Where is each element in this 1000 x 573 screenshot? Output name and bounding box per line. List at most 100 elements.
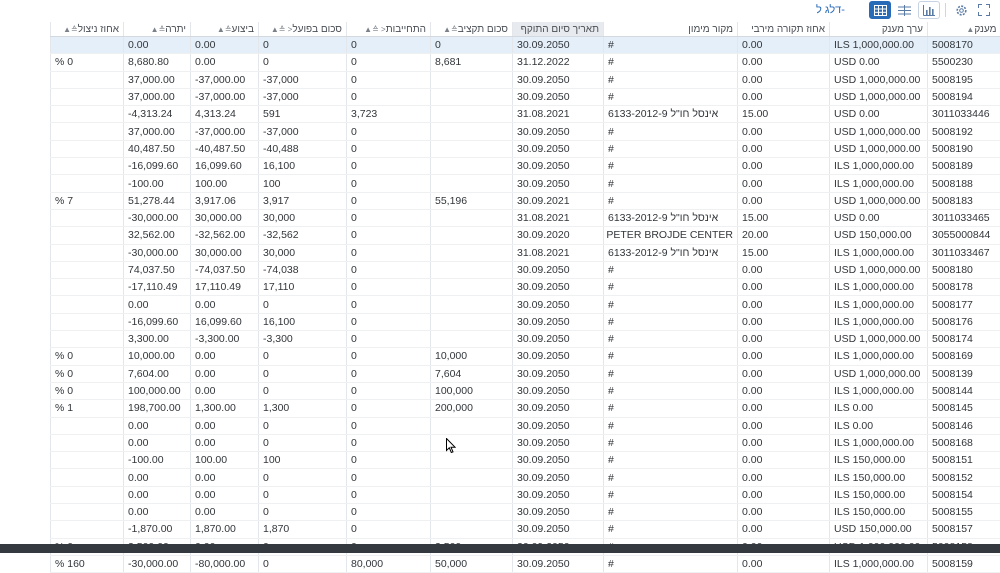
budget-amount-cell: [431, 486, 513, 503]
table-row[interactable]: 5008139USD 1,000,000.000.00#30.09.20507,…: [51, 365, 1000, 382]
grant-value-cell: ILS 1,000,000.00: [830, 434, 928, 451]
execution-cell: 0.00: [191, 486, 259, 503]
table-row[interactable]: 5008183USD 1,000,000.000.00#30.09.202155…: [51, 192, 1000, 209]
max-overhead-cell: 0.00: [738, 434, 830, 451]
table-row[interactable]: 5008152ILS 150,000.000.00#30.09.2050000.…: [51, 469, 1000, 486]
table-row[interactable]: 5500230USD 0.000.00#31.12.20228,681000.0…: [51, 54, 1000, 71]
table-row[interactable]: 5008194USD 1,000,000.000.00#30.09.20500-…: [51, 88, 1000, 105]
column-header-8[interactable]: ביצוע≙▲: [191, 22, 259, 37]
table-row[interactable]: 3011033446USD 0.0015.00אינסל חו"ל 6133-2…: [51, 106, 1000, 123]
table-row[interactable]: 5008155ILS 150,000.000.00#30.09.2050000.…: [51, 504, 1000, 521]
column-header-label: מענק: [974, 24, 996, 35]
max-overhead-cell: 15.00: [738, 106, 830, 123]
commitment-cell: 0: [347, 37, 431, 54]
table-row[interactable]: 5008190USD 1,000,000.000.00#30.09.20500-…: [51, 140, 1000, 157]
budget-amount-cell: [431, 417, 513, 434]
column-header-9[interactable]: יתרה≙▲: [124, 22, 191, 37]
actual-amount-cell: 100: [259, 175, 347, 192]
budget-amount-cell: [431, 279, 513, 296]
funding-source-cell: #: [604, 452, 738, 469]
funding-source-cell: #: [604, 382, 738, 399]
table-row[interactable]: 5008188ILS 1,000,000.000.00#30.09.205001…: [51, 175, 1000, 192]
sort-filter-icon[interactable]: ≙▲: [63, 25, 78, 34]
column-header-7[interactable]: סכום בפועל< ≙▲: [259, 22, 347, 37]
commitment-cell: 0: [347, 521, 431, 538]
utilization-cell: [51, 88, 124, 105]
column-header-10[interactable]: אחוז ניצול≙▲: [51, 22, 124, 37]
balance-cell: 0.00: [124, 417, 191, 434]
end-date-cell: 30.09.2050: [513, 452, 604, 469]
table-row[interactable]: 5008174USD 1,000,000.000.00#30.09.20500-…: [51, 331, 1000, 348]
commitment-cell: 0: [347, 296, 431, 313]
column-settings-button[interactable]: [893, 1, 915, 19]
commitment-cell: 0: [347, 469, 431, 486]
utilization-cell: [51, 521, 124, 538]
commitment-cell: 0: [347, 434, 431, 451]
column-header-0[interactable]: מענק▲: [928, 22, 1000, 37]
table-row[interactable]: 5008144ILS 1,000,000.000.00#30.09.205010…: [51, 382, 1000, 399]
table-row[interactable]: 5008146ILS 0.000.00#30.09.2050000.000.00: [51, 417, 1000, 434]
column-header-3[interactable]: מקור מימון: [604, 22, 738, 37]
table-row[interactable]: 5008157USD 150,000.000.00#30.09.205001,8…: [51, 521, 1000, 538]
max-overhead-cell: 0.00: [738, 400, 830, 417]
table-row[interactable]: 5008195USD 1,000,000.000.00#30.09.20500-…: [51, 71, 1000, 88]
grant-value-cell: ILS 1,000,000.00: [830, 244, 928, 261]
column-header-6[interactable]: התחייבות< ≙▲: [347, 22, 431, 37]
fullscreen-button[interactable]: [973, 1, 995, 19]
column-header-1[interactable]: ערך מענק: [830, 22, 928, 37]
table-row[interactable]: 5008169ILS 1,000,000.000.00#30.09.205010…: [51, 348, 1000, 365]
table-row[interactable]: 5008192USD 1,000,000.000.00#30.09.20500-…: [51, 123, 1000, 140]
sort-filter-icon[interactable]: < ≙▲: [364, 25, 386, 34]
column-header-4[interactable]: תאריך סיום התוקף: [513, 22, 604, 37]
grant-value-cell: ILS 150,000.00: [830, 469, 928, 486]
commitment-cell: 0: [347, 331, 431, 348]
utilization-cell: [51, 244, 124, 261]
table-row[interactable]: 5008189ILS 1,000,000.000.00#30.09.205001…: [51, 158, 1000, 175]
table-row[interactable]: 5008177ILS 1,000,000.000.00#30.09.205000…: [51, 296, 1000, 313]
grant-value-cell: USD 1,000,000.00: [830, 71, 928, 88]
budget-amount-cell: [431, 434, 513, 451]
end-date-cell: 30.09.2050: [513, 313, 604, 330]
grant-id-cell: 5008188: [928, 175, 1000, 192]
grant-value-cell: ILS 1,000,000.00: [830, 158, 928, 175]
table-row[interactable]: 5008176ILS 1,000,000.000.00#30.09.205001…: [51, 313, 1000, 330]
grant-id-cell: 5008192: [928, 123, 1000, 140]
jump-to-label[interactable]: דלג ל-: [816, 4, 845, 16]
table-row[interactable]: 5008180USD 1,000,000.000.00#30.09.20500-…: [51, 261, 1000, 278]
chart-view-button[interactable]: [918, 1, 940, 19]
end-date-cell: 30.09.2050: [513, 261, 604, 278]
actual-amount-cell: 1,300: [259, 400, 347, 417]
execution-cell: -37,000.00: [191, 88, 259, 105]
funding-source-cell: #: [604, 296, 738, 313]
settings-button[interactable]: [950, 1, 972, 19]
balance-cell: 37,000.00: [124, 123, 191, 140]
table-row[interactable]: 5008170ILS 1,000,000.000.00#30.09.205000…: [51, 37, 1000, 54]
column-header-5[interactable]: סכום תקציב≙▲: [431, 22, 513, 37]
table-row[interactable]: 5008159ILS 1,000,000.000.00#30.09.205050…: [51, 555, 1000, 572]
end-date-cell: 30.09.2050: [513, 37, 604, 54]
balance-cell: -16,099.60: [124, 158, 191, 175]
sort-filter-icon[interactable]: ≙▲: [217, 25, 232, 34]
table-row[interactable]: 3011033467ILS 1,000,000.0015.00אינסל חו"…: [51, 244, 1000, 261]
actual-amount-cell: -3,300: [259, 331, 347, 348]
sort-filter-icon[interactable]: < ≙▲: [271, 25, 293, 34]
table-row[interactable]: 5008178ILS 1,000,000.000.00#30.09.205001…: [51, 279, 1000, 296]
table-view-button[interactable]: [869, 1, 891, 19]
max-overhead-cell: 0.00: [738, 192, 830, 209]
max-overhead-cell: 0.00: [738, 123, 830, 140]
table-row[interactable]: 3011033465USD 0.0015.00אינסל חו"ל 6133-2…: [51, 209, 1000, 226]
grant-value-cell: ILS 1,000,000.00: [830, 279, 928, 296]
grant-id-cell: 5008183: [928, 192, 1000, 209]
table-row[interactable]: 5008154ILS 150,000.000.00#30.09.2050000.…: [51, 486, 1000, 503]
budget-amount-cell: [431, 504, 513, 521]
grant-value-cell: USD 1,000,000.00: [830, 123, 928, 140]
table-row[interactable]: 5008168ILS 1,000,000.000.00#30.09.205000…: [51, 434, 1000, 451]
column-header-2[interactable]: אחוז תקורה מירבי: [738, 22, 830, 37]
max-overhead-cell: 0.00: [738, 279, 830, 296]
table-row[interactable]: 5008151ILS 150,000.000.00#30.09.20500100…: [51, 452, 1000, 469]
max-overhead-cell: 15.00: [738, 209, 830, 226]
sort-filter-icon[interactable]: ≙▲: [151, 25, 166, 34]
table-row[interactable]: 3055000844USD 150,000.0020.00PETER BROJD…: [51, 227, 1000, 244]
table-row[interactable]: 5008145ILS 0.000.00#30.09.2050200,00001,…: [51, 400, 1000, 417]
sort-filter-icon[interactable]: ≙▲: [443, 25, 458, 34]
